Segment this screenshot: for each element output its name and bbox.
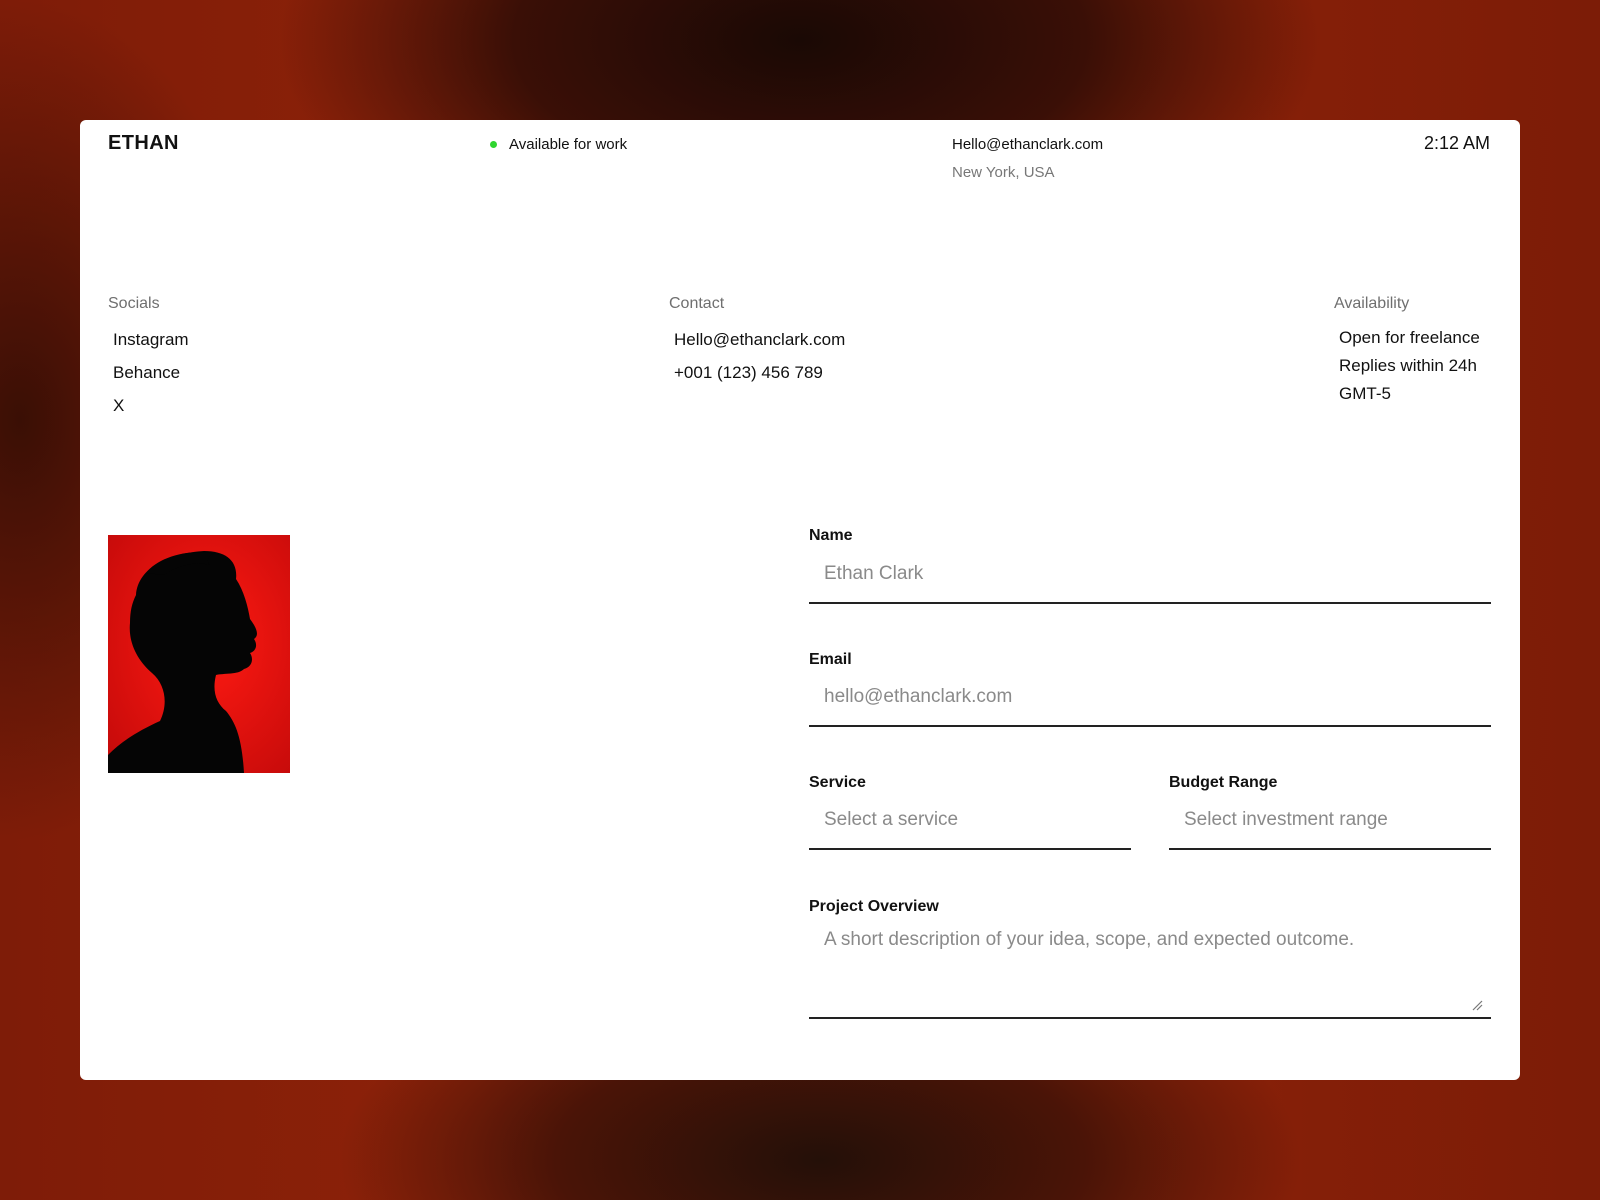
email-label: Email: [809, 651, 852, 668]
social-link-behance[interactable]: Behance: [113, 364, 180, 381]
service-label: Service: [809, 774, 866, 791]
name-input[interactable]: Ethan Clark: [809, 560, 1491, 604]
availability-title: Availability: [1334, 295, 1410, 312]
availability-item-freelance: Open for freelance: [1339, 328, 1480, 347]
header-email-link[interactable]: Hello@ethanclark.com: [952, 136, 1103, 153]
email-input[interactable]: hello@ethanclark.com: [809, 683, 1491, 727]
budget-label: Budget Range: [1169, 774, 1278, 791]
availability-item-replies: Replies within 24h: [1339, 356, 1477, 375]
availability-item-timezone: GMT-5: [1339, 384, 1391, 403]
portrait-image: [108, 535, 290, 773]
service-select[interactable]: Select a service: [809, 806, 1131, 850]
contact-phone-link[interactable]: +001 (123) 456 789: [674, 364, 823, 381]
social-link-instagram[interactable]: Instagram: [113, 331, 189, 348]
header-location: New York, USA: [952, 164, 1055, 181]
portrait-silhouette: [108, 535, 290, 773]
resize-handle-icon[interactable]: [1471, 999, 1483, 1011]
overview-placeholder: A short description of your idea, scope,…: [824, 929, 1355, 950]
contact-email-link[interactable]: Hello@ethanclark.com: [674, 331, 845, 348]
status-dot-icon: [490, 141, 497, 148]
availability-status: Available for work: [490, 136, 627, 153]
overview-label: Project Overview: [809, 898, 939, 915]
overview-textarea[interactable]: A short description of your idea, scope,…: [809, 929, 1491, 1019]
budget-select[interactable]: Select investment range: [1169, 806, 1491, 850]
name-label: Name: [809, 527, 853, 544]
social-link-x[interactable]: X: [113, 397, 124, 414]
contact-card: ETHAN Available for work Hello@ethanclar…: [80, 120, 1520, 1080]
brand-logo[interactable]: ETHAN: [108, 132, 179, 155]
socials-title: Socials: [108, 295, 160, 312]
availability-status-label: Available for work: [509, 136, 628, 153]
local-time: 2:12 AM: [1423, 133, 1490, 153]
contact-title: Contact: [669, 295, 725, 312]
